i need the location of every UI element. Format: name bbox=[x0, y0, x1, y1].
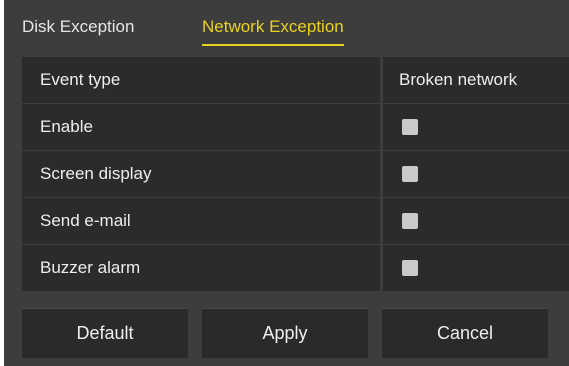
active-tab-underline bbox=[202, 44, 344, 46]
default-button[interactable]: Default bbox=[22, 308, 188, 358]
screen-display-label: Screen display bbox=[22, 151, 380, 197]
tab-disk-exception-label: Disk Exception bbox=[22, 17, 135, 36]
tab-network-exception[interactable]: Network Exception bbox=[202, 16, 344, 46]
table-row-buzzer-alarm: Buzzer alarm bbox=[22, 245, 569, 291]
exception-settings-panel: Disk Exception Network Exception Event t… bbox=[4, 0, 569, 366]
send-email-checkbox[interactable] bbox=[402, 213, 418, 229]
buzzer-alarm-cell bbox=[383, 245, 569, 291]
screen-display-checkbox[interactable] bbox=[402, 166, 418, 182]
cancel-button[interactable]: Cancel bbox=[382, 308, 548, 358]
enable-checkbox[interactable] bbox=[402, 119, 418, 135]
enable-cell bbox=[383, 104, 569, 150]
buzzer-alarm-checkbox[interactable] bbox=[402, 260, 418, 276]
event-table: Event type Broken network Enable Screen … bbox=[22, 57, 569, 292]
event-type-header: Event type bbox=[22, 57, 380, 103]
screen-display-cell bbox=[383, 151, 569, 197]
tab-network-exception-label: Network Exception bbox=[202, 17, 344, 36]
tab-disk-exception[interactable]: Disk Exception bbox=[22, 16, 134, 38]
tab-bar: Disk Exception Network Exception bbox=[4, 0, 569, 52]
table-row-send-email: Send e-mail bbox=[22, 198, 569, 244]
broken-network-header: Broken network bbox=[383, 57, 569, 103]
table-header-row: Event type Broken network bbox=[22, 57, 569, 103]
send-email-cell bbox=[383, 198, 569, 244]
buzzer-alarm-label: Buzzer alarm bbox=[22, 245, 380, 291]
table-row-enable: Enable bbox=[22, 104, 569, 150]
apply-button[interactable]: Apply bbox=[202, 308, 368, 358]
table-row-screen-display: Screen display bbox=[22, 151, 569, 197]
send-email-label: Send e-mail bbox=[22, 198, 380, 244]
enable-label: Enable bbox=[22, 104, 380, 150]
